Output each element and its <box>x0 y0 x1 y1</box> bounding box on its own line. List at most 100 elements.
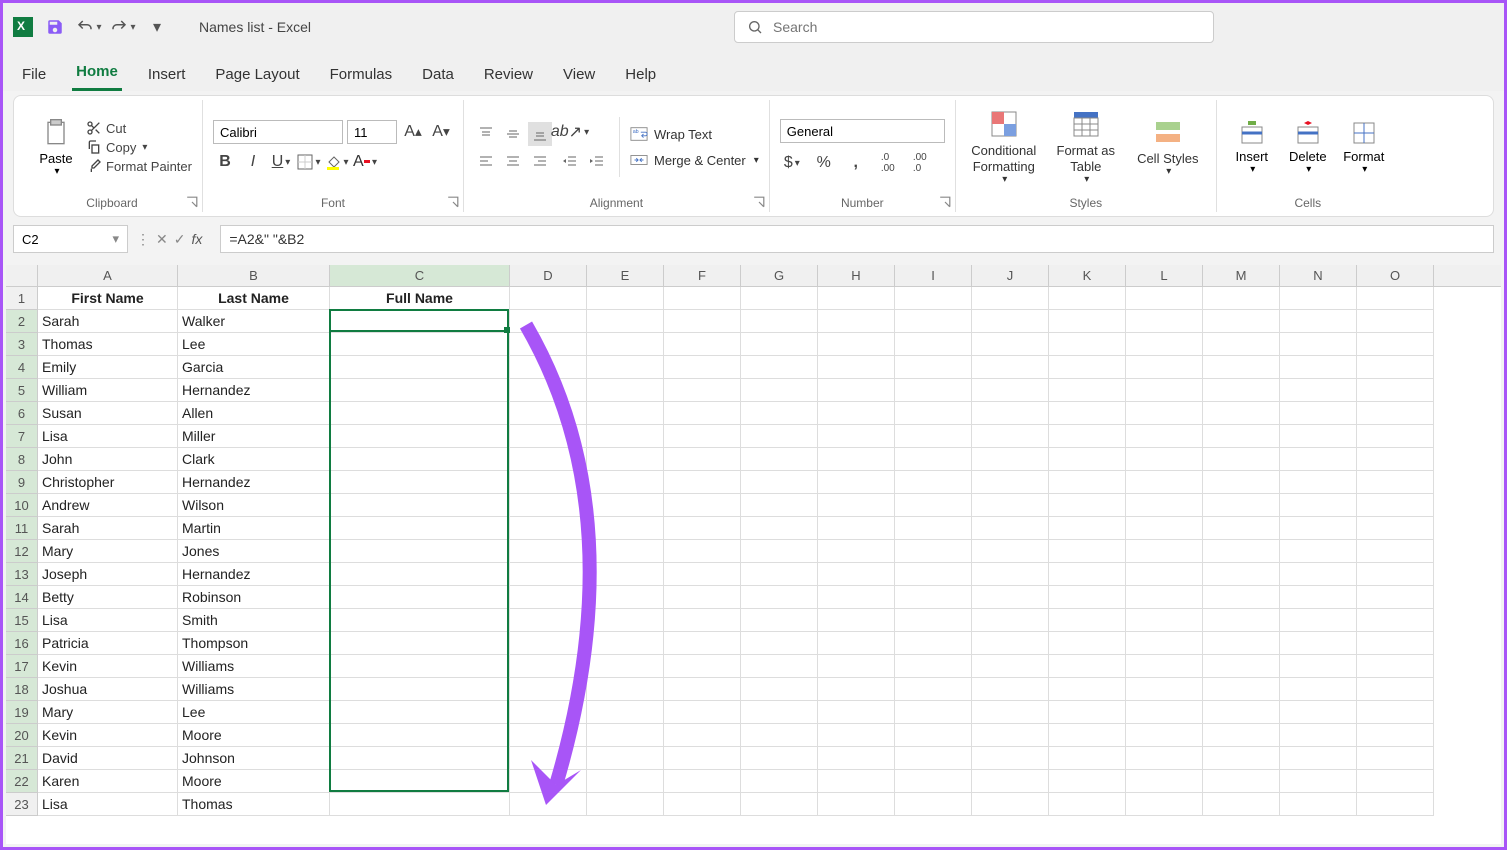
cell[interactable]: Wilson <box>178 494 330 517</box>
cell[interactable] <box>1357 471 1434 494</box>
cell[interactable] <box>741 586 818 609</box>
cell[interactable] <box>1357 563 1434 586</box>
cell[interactable] <box>664 770 741 793</box>
cell[interactable] <box>1280 724 1357 747</box>
cell[interactable] <box>1049 563 1126 586</box>
col-header-B[interactable]: B <box>178 265 330 286</box>
cell[interactable] <box>1280 310 1357 333</box>
cell[interactable] <box>664 747 741 770</box>
cell[interactable] <box>972 609 1049 632</box>
cut-button[interactable]: Cut <box>86 120 192 136</box>
cell[interactable] <box>1280 356 1357 379</box>
cell[interactable] <box>664 678 741 701</box>
cell[interactable] <box>1126 356 1203 379</box>
cell[interactable] <box>510 494 587 517</box>
cell[interactable] <box>664 471 741 494</box>
cell[interactable] <box>1049 356 1126 379</box>
cell[interactable] <box>895 356 972 379</box>
cell[interactable] <box>972 287 1049 310</box>
cell[interactable] <box>1126 425 1203 448</box>
spreadsheet-grid[interactable]: ABCDEFGHIJKLMNO 123456789101112131415161… <box>6 265 1501 844</box>
cell[interactable] <box>895 586 972 609</box>
cell[interactable] <box>587 333 664 356</box>
cell[interactable] <box>664 609 741 632</box>
cell[interactable] <box>1203 540 1280 563</box>
cell[interactable]: Garcia <box>178 356 330 379</box>
tab-formulas[interactable]: Formulas <box>326 58 397 91</box>
cell[interactable] <box>510 333 587 356</box>
cell[interactable]: Jones <box>178 540 330 563</box>
cell[interactable] <box>1203 448 1280 471</box>
cell[interactable] <box>330 770 510 793</box>
cell[interactable] <box>510 402 587 425</box>
cell[interactable] <box>1126 287 1203 310</box>
cell[interactable] <box>1203 287 1280 310</box>
cell[interactable]: Moore <box>178 770 330 793</box>
cell[interactable] <box>972 793 1049 816</box>
cell[interactable] <box>1280 540 1357 563</box>
format-painter-button[interactable]: Format Painter <box>86 158 192 174</box>
col-header-E[interactable]: E <box>587 265 664 286</box>
cell[interactable] <box>741 632 818 655</box>
cell[interactable] <box>664 356 741 379</box>
cell[interactable] <box>330 563 510 586</box>
cell[interactable] <box>1280 563 1357 586</box>
save-button[interactable] <box>41 13 69 41</box>
cell[interactable] <box>818 609 895 632</box>
cell[interactable] <box>330 586 510 609</box>
cell[interactable] <box>587 494 664 517</box>
cell[interactable] <box>1280 678 1357 701</box>
cell[interactable] <box>330 471 510 494</box>
cell[interactable] <box>1203 678 1280 701</box>
col-header-M[interactable]: M <box>1203 265 1280 286</box>
cell[interactable] <box>510 632 587 655</box>
cell[interactable]: Sarah Walker <box>330 310 510 333</box>
row-header-23[interactable]: 23 <box>6 793 38 816</box>
cell[interactable]: Hernandez <box>178 471 330 494</box>
cell[interactable] <box>510 540 587 563</box>
cell[interactable]: Full Name <box>330 287 510 310</box>
cell[interactable] <box>510 701 587 724</box>
cell[interactable] <box>1357 747 1434 770</box>
cell[interactable] <box>664 379 741 402</box>
cell[interactable] <box>1357 609 1434 632</box>
cell[interactable] <box>1357 793 1434 816</box>
row-header-4[interactable]: 4 <box>6 356 38 379</box>
row-header-13[interactable]: 13 <box>6 563 38 586</box>
cell[interactable] <box>664 517 741 540</box>
cell[interactable] <box>1049 425 1126 448</box>
cell[interactable] <box>741 655 818 678</box>
cell[interactable] <box>818 632 895 655</box>
cell[interactable] <box>1357 310 1434 333</box>
row-header-16[interactable]: 16 <box>6 632 38 655</box>
cell[interactable] <box>664 632 741 655</box>
cell[interactable] <box>1280 770 1357 793</box>
row-header-6[interactable]: 6 <box>6 402 38 425</box>
cell[interactable] <box>1126 563 1203 586</box>
cell[interactable] <box>1126 471 1203 494</box>
cell[interactable] <box>741 287 818 310</box>
cell[interactable] <box>330 724 510 747</box>
cell[interactable]: Walker <box>178 310 330 333</box>
cell[interactable] <box>330 333 510 356</box>
cell[interactable] <box>1049 586 1126 609</box>
tab-review[interactable]: Review <box>480 58 537 91</box>
cell[interactable] <box>895 379 972 402</box>
cell[interactable]: Joshua <box>38 678 178 701</box>
cell[interactable] <box>818 655 895 678</box>
cell[interactable]: William <box>38 379 178 402</box>
cell[interactable]: Lisa <box>38 425 178 448</box>
row-header-7[interactable]: 7 <box>6 425 38 448</box>
cell[interactable] <box>1357 494 1434 517</box>
col-header-J[interactable]: J <box>972 265 1049 286</box>
cell[interactable] <box>510 770 587 793</box>
cell[interactable] <box>1280 747 1357 770</box>
cell[interactable] <box>1280 793 1357 816</box>
cell[interactable] <box>330 678 510 701</box>
borders-button[interactable]: ▾ <box>297 150 321 174</box>
search-input[interactable] <box>773 19 1201 35</box>
cell[interactable] <box>587 471 664 494</box>
cell[interactable] <box>741 333 818 356</box>
cell[interactable] <box>895 517 972 540</box>
cell[interactable]: Lee <box>178 333 330 356</box>
